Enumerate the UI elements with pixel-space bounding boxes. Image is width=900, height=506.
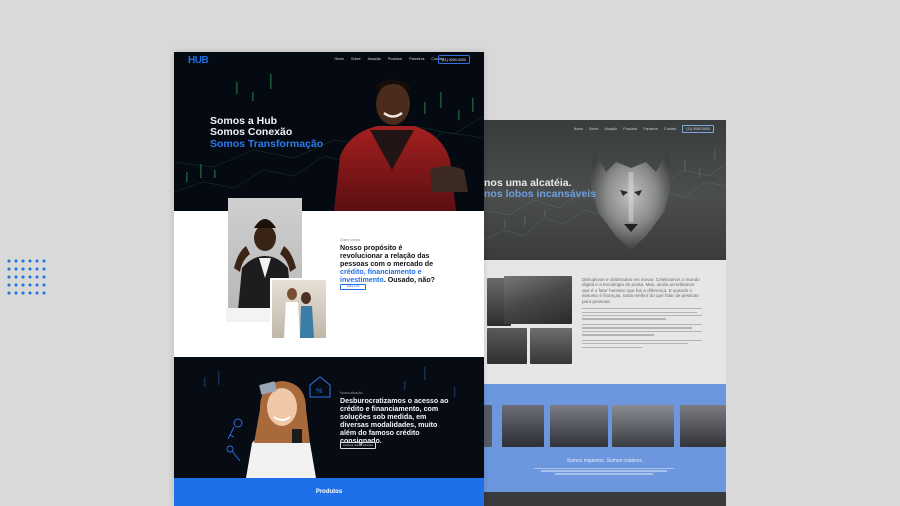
hub-logo[interactable]: HUB	[188, 55, 209, 66]
back-about-lead: Disruptivos e obstinados em inovar. Cele…	[582, 277, 700, 304]
hero-person-image	[334, 79, 468, 211]
key-icon	[226, 418, 243, 462]
about-more-button[interactable]: Saiba mais	[340, 284, 366, 290]
team-photo	[502, 405, 544, 447]
nav-item-parceiros[interactable]: Parceiros	[409, 57, 424, 61]
team-photo	[680, 405, 726, 447]
about-title: Nosso propósito é revolucionar a relação…	[340, 244, 436, 284]
team-photo	[530, 328, 572, 364]
services-person-image	[246, 381, 316, 478]
hero-title: Somos a Hub Somos Conexão Somos Transfor…	[210, 115, 324, 150]
about-title-text: Nosso propósito é revolucionar a relação…	[340, 244, 434, 269]
team-photo	[484, 405, 492, 447]
products-title: Produtos	[315, 489, 343, 495]
back-slogan-text	[534, 466, 674, 475]
phone-button[interactable]: (11) 0000-0000	[437, 55, 470, 64]
services-button[interactable]: Conheça nossas soluções	[340, 442, 376, 449]
nav-item-atuacao[interactable]: Atuação	[368, 57, 381, 61]
svg-text:%: %	[316, 388, 322, 395]
back-bottom-section	[484, 492, 726, 506]
team-photo	[487, 328, 527, 364]
back-page-content: Disruptivos e obstinados em inovar. Cele…	[484, 120, 726, 506]
team-photo	[550, 405, 608, 447]
decorative-dots	[7, 259, 46, 295]
house-percent-icon: %	[309, 376, 331, 398]
nav-item-produtos[interactable]: Produtos	[388, 57, 402, 61]
about-label: Quem somos	[340, 238, 361, 242]
services-label: Nossa atuação	[340, 391, 363, 395]
about-title-end: . Ousado, não?	[383, 276, 436, 285]
about-section	[174, 211, 484, 357]
back-about-text: Disruptivos e obstinados em inovar. Cele…	[582, 277, 702, 348]
services-title: Desburocratizamos o acesso ao crédito e …	[340, 397, 449, 446]
back-slogan: Somos inquietos. Somos criativos.	[566, 458, 644, 464]
hero-section: HUB Home Sobre Atuação Produtos Parceiro…	[174, 52, 484, 211]
team-photo	[612, 405, 674, 447]
nav-item-home[interactable]: Home	[334, 57, 344, 61]
team-photo	[504, 276, 572, 324]
main-nav: Home Sobre Atuação Produtos Parceiros Co…	[334, 57, 444, 61]
nav-item-sobre[interactable]: Sobre	[351, 57, 361, 61]
hero-line3: Somos Transformação	[210, 137, 324, 150]
